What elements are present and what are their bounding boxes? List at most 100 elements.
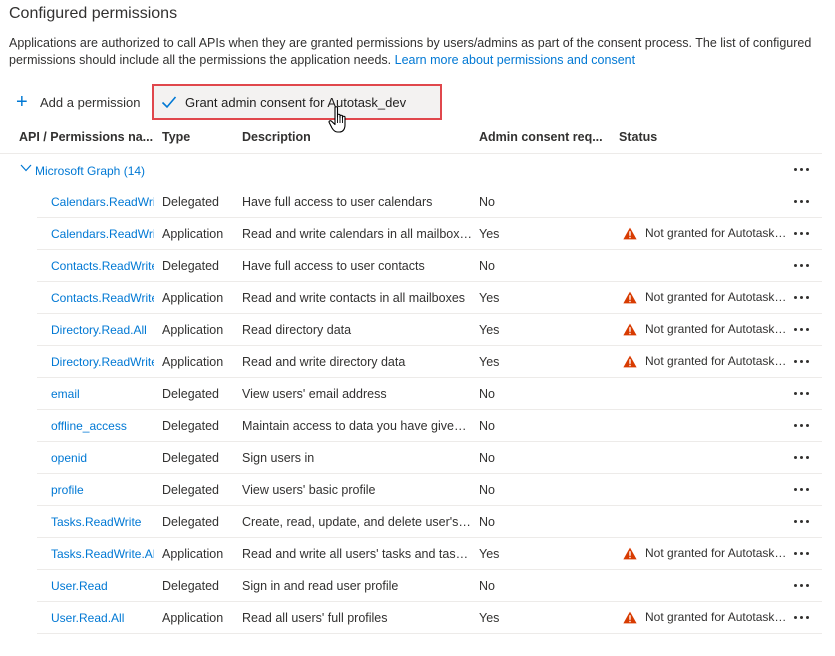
warning-icon [623,323,637,335]
permission-description: Read all users' full profiles [242,611,388,625]
admin-consent-required: No [479,259,495,273]
permission-name-link[interactable]: offline_access [51,419,154,433]
permission-type: Application [162,547,224,561]
group-row-microsoft-graph[interactable]: Microsoft Graph (14) [0,154,822,186]
permission-description: Have full access to user contacts [242,259,425,273]
learn-more-link[interactable]: Learn more about permissions and consent [395,53,635,67]
more-options-icon[interactable] [794,390,812,398]
table-row: Directory.ReadWrite.All Application Read… [0,346,822,378]
permission-description: Sign users in [242,451,315,465]
more-options-icon[interactable] [794,486,812,494]
permission-name-link[interactable]: email [51,387,154,401]
permission-description: Have full access to user calendars [242,195,433,209]
permission-description: Read and write directory data [242,355,406,369]
status-text: Not granted for Autotask_dev [645,610,788,624]
admin-consent-required: No [479,451,495,465]
more-options-icon[interactable] [794,518,812,526]
group-label[interactable]: Microsoft Graph (14) [35,164,145,178]
header-type[interactable]: Type [162,130,190,144]
permission-description: View users' email address [242,387,387,401]
table-row: Calendars.ReadWrite Application Read and… [0,218,822,250]
page-description: Applications are authorized to call APIs… [9,35,824,68]
table-row: Contacts.ReadWrite Delegated Have full a… [0,250,822,282]
permission-name-link[interactable]: openid [51,451,154,465]
admin-consent-required: Yes [479,355,500,369]
grant-admin-consent-button[interactable]: Grant admin consent for Autotask_dev [152,84,442,120]
permission-name-link[interactable]: User.Read.All [51,611,154,625]
permission-description: Create, read, update, and delete user's … [242,515,472,529]
status-text: Not granted for Autotask_dev [645,226,788,240]
status-cell: Not granted for Autotask_dev [623,226,788,240]
status-cell: Not granted for Autotask_dev [623,322,788,336]
admin-consent-required: Yes [479,227,500,241]
table-row: User.Read Delegated Sign in and read use… [0,570,822,602]
table-row: offline_access Delegated Maintain access… [0,410,822,442]
status-text: Not granted for Autotask_dev [645,546,788,560]
table-row: Tasks.ReadWrite Delegated Create, read, … [0,506,822,538]
add-permission-label: Add a permission [40,94,141,110]
permission-name-link[interactable]: Calendars.ReadWrite [51,195,154,209]
status-text: Not granted for Autotask_dev [645,290,788,304]
table-row: Contacts.ReadWrite Application Read and … [0,282,822,314]
permission-name-link[interactable]: profile [51,483,154,497]
permission-name-link[interactable]: Tasks.ReadWrite [51,515,154,529]
header-status[interactable]: Status [619,130,657,144]
status-cell: Not granted for Autotask_dev [623,290,788,304]
more-options-icon[interactable] [794,294,812,302]
warning-icon [623,611,637,623]
permission-type: Delegated [162,451,219,465]
permission-name-link[interactable]: Contacts.ReadWrite [51,259,154,273]
more-options-icon[interactable] [794,614,812,622]
permission-type: Delegated [162,259,219,273]
more-options-icon[interactable] [794,582,812,590]
permission-name-link[interactable]: User.Read [51,579,154,593]
admin-consent-required: No [479,419,495,433]
permission-name-link[interactable]: Contacts.ReadWrite [51,291,154,305]
header-admin-consent[interactable]: Admin consent req... [479,130,603,144]
table-row: profile Delegated View users' basic prof… [0,474,822,506]
permission-type: Delegated [162,515,219,529]
more-options-icon[interactable] [794,326,812,334]
table-row: Tasks.ReadWrite.All Application Read and… [0,538,822,570]
warning-icon [623,547,637,559]
permission-type: Delegated [162,483,219,497]
permission-description: Sign in and read user profile [242,579,399,593]
permission-description: Maintain access to data you have given i… [242,419,472,433]
more-options-icon[interactable] [794,230,812,238]
permission-name-link[interactable]: Calendars.ReadWrite [51,227,154,241]
more-options-icon[interactable] [794,454,812,462]
status-cell: Not granted for Autotask_dev [623,546,788,560]
permission-type: Application [162,323,224,337]
header-name[interactable]: API / Permissions na... [19,130,153,144]
permission-description: Read and write all users' tasks and task… [242,547,472,561]
table-row: Directory.Read.All Application Read dire… [0,314,822,346]
more-options-icon[interactable] [794,422,812,430]
table-row: Calendars.ReadWrite Delegated Have full … [0,186,822,218]
status-cell: Not granted for Autotask_dev [623,354,788,368]
admin-consent-required: Yes [479,547,500,561]
add-permission-button[interactable]: + Add a permission [16,90,140,114]
permission-name-link[interactable]: Tasks.ReadWrite.All [51,547,154,561]
permissions-table-body: Calendars.ReadWrite Delegated Have full … [0,186,822,634]
more-options-icon[interactable] [794,358,812,366]
admin-consent-required: Yes [479,291,500,305]
admin-consent-required: No [479,579,495,593]
permission-name-link[interactable]: Directory.Read.All [51,323,154,337]
admin-consent-required: No [479,515,495,529]
permission-type: Delegated [162,195,219,209]
permission-type: Delegated [162,419,219,433]
chevron-down-icon[interactable] [20,163,32,173]
warning-icon [623,355,637,367]
header-description[interactable]: Description [242,130,311,144]
permission-name-link[interactable]: Directory.ReadWrite.All [51,355,154,369]
more-options-icon[interactable] [794,262,812,270]
status-text: Not granted for Autotask_dev [645,322,788,336]
admin-consent-required: Yes [479,323,500,337]
more-options-icon[interactable] [794,166,812,174]
more-options-icon[interactable] [794,198,812,206]
permission-type: Delegated [162,387,219,401]
admin-consent-required: Yes [479,611,500,625]
more-options-icon[interactable] [794,550,812,558]
warning-icon [623,227,637,239]
table-row: User.Read.All Application Read all users… [0,602,822,634]
